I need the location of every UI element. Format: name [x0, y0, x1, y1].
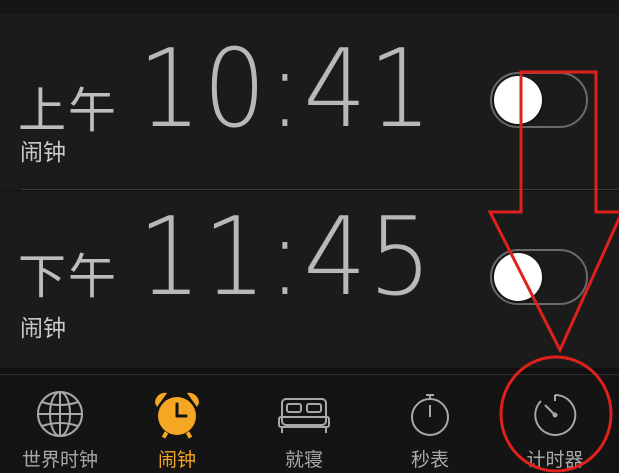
tab-bar: 世界时钟 闹钟 就寝 秒表 计时器 [0, 374, 619, 473]
tab-alarm[interactable]: 闹钟 [117, 375, 237, 473]
alarm-label: 闹钟 [20, 140, 66, 166]
alarm-toggle[interactable] [490, 249, 588, 305]
tab-bedtime[interactable]: 就寝 [244, 375, 364, 473]
timer-icon [534, 393, 577, 436]
tab-stopwatch[interactable]: 秒表 [370, 375, 490, 473]
top-strip [0, 0, 619, 14]
alarm-clock-icon [154, 392, 200, 439]
bed-icon [278, 398, 330, 433]
toggle-knob [494, 253, 542, 301]
stopwatch-icon [411, 394, 449, 436]
alarm-row[interactable]: 上午 10:41 闹钟 [0, 14, 619, 190]
row-separator [22, 189, 619, 190]
alarm-period: 上午 [18, 83, 119, 139]
tab-label: 秒表 [410, 449, 449, 471]
tab-label: 闹钟 [157, 449, 196, 471]
tab-label: 就寝 [284, 449, 323, 471]
alarm-toggle[interactable] [490, 72, 588, 128]
tab-timer[interactable]: 计时器 [495, 375, 615, 473]
alarm-row[interactable]: 下午 11:45 闹钟 [0, 191, 619, 368]
alarm-label: 闹钟 [20, 316, 66, 342]
tab-world-clock[interactable]: 世界时钟 [0, 375, 120, 473]
toggle-knob [494, 76, 542, 124]
tab-label: 世界时钟 [21, 449, 98, 471]
tab-label: 计时器 [526, 449, 584, 471]
clock-app-screen: 上午 10:41 闹钟 下午 11:45 闹钟 世界时钟 闹钟 就寝 秒表 计时… [0, 0, 619, 473]
alarm-time: 11:45 [138, 195, 434, 320]
alarm-period: 下午 [18, 249, 119, 305]
alarm-time: 10:41 [138, 27, 434, 152]
globe-icon [37, 391, 83, 437]
